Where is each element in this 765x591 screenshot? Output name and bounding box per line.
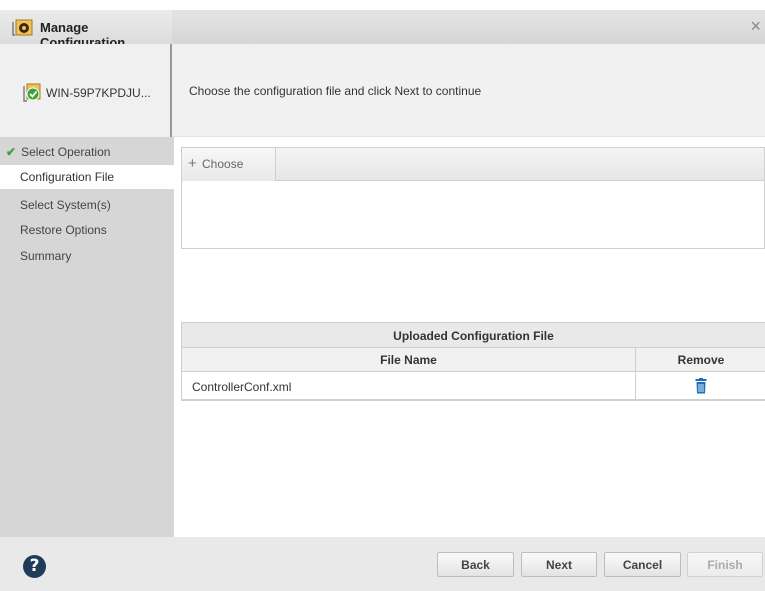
- table-header: File Name Remove: [182, 348, 765, 372]
- table-caption: Uploaded Configuration File: [182, 323, 765, 348]
- title-area: Manage Configuration: [0, 10, 172, 50]
- host-name: WIN-59P7KPDJU...: [46, 86, 151, 100]
- host-box: WIN-59P7KPDJU...: [0, 44, 172, 137]
- help-icon[interactable]: ?: [23, 555, 46, 578]
- next-button[interactable]: Next: [521, 552, 597, 577]
- wizard-steps-sidebar: ✔ Select Operation Configuration File Sel…: [0, 137, 174, 537]
- choose-button[interactable]: + Choose: [182, 148, 276, 181]
- uploaded-files-table: Uploaded Configuration File File Name Re…: [181, 322, 765, 401]
- configuration-icon: [12, 19, 34, 40]
- table-row: ControllerConf.xml: [182, 372, 765, 400]
- step-select-operation[interactable]: ✔ Select Operation: [6, 145, 110, 159]
- step-select-systems[interactable]: Select System(s): [20, 198, 111, 212]
- step-label: Configuration File: [20, 170, 115, 184]
- step-label: Select Operation: [21, 145, 111, 159]
- step-summary[interactable]: Summary: [20, 249, 71, 263]
- file-chooser-panel: + Choose: [181, 147, 765, 249]
- close-icon[interactable]: ×: [750, 16, 761, 37]
- step-label: Restore Options: [20, 223, 107, 237]
- back-button[interactable]: Back: [437, 552, 514, 577]
- step-label: Select System(s): [20, 198, 111, 212]
- cancel-button[interactable]: Cancel: [604, 552, 681, 577]
- instruction-text: Choose the configuration file and click …: [189, 84, 482, 98]
- choose-label: Choose: [202, 157, 244, 171]
- column-header-file-name: File Name: [182, 348, 636, 372]
- plus-icon: +: [188, 155, 197, 172]
- dialog-header: WIN-59P7KPDJU... Choose the configuratio…: [0, 44, 765, 137]
- step-restore-options[interactable]: Restore Options: [20, 223, 107, 237]
- column-header-remove: Remove: [677, 353, 725, 367]
- step-configuration-file[interactable]: Configuration File: [0, 165, 174, 189]
- dialog-footer: ? Back Next Cancel Finish: [0, 537, 765, 591]
- chooser-toolbar: + Choose: [182, 148, 764, 181]
- checkmark-icon: ✔: [6, 145, 17, 159]
- step-label: Summary: [20, 249, 72, 263]
- host-status-icon: [22, 83, 42, 106]
- remove-cell: [636, 372, 765, 400]
- trash-icon[interactable]: [695, 378, 707, 397]
- dialog-titlebar: Manage Configuration ×: [0, 10, 765, 50]
- file-name-cell: ControllerConf.xml: [182, 372, 636, 400]
- finish-button[interactable]: Finish: [687, 552, 763, 577]
